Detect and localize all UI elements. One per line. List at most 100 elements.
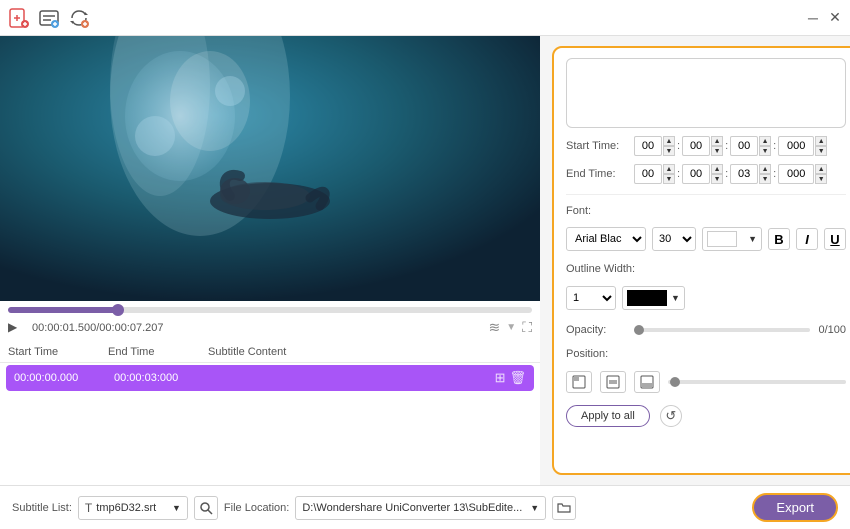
end-s-down[interactable]: ▼ (759, 174, 771, 184)
delete-row-button[interactable]: 🗑 (509, 370, 526, 386)
subtitle-icon[interactable] (38, 7, 60, 29)
opacity-thumb (634, 325, 644, 335)
export-button[interactable]: Export (752, 493, 838, 522)
open-folder-button[interactable] (552, 496, 576, 520)
font-color-picker[interactable]: ▼ (702, 227, 762, 251)
start-ms-up[interactable]: ▲ (815, 136, 827, 146)
video-player (0, 36, 540, 301)
right-controls: ≋ ▼ ⛶ (489, 319, 532, 336)
end-h-input[interactable] (634, 164, 662, 184)
start-m-down[interactable]: ▼ (711, 146, 723, 156)
divider-1 (566, 194, 846, 195)
start-m-spinner: ▲ ▼ (682, 136, 723, 156)
end-m-up[interactable]: ▲ (711, 164, 723, 174)
row-end-time: 00:00:03:000 (114, 372, 214, 384)
header-content: Subtitle Content (208, 346, 532, 358)
start-h-spinner: ▲ ▼ (634, 136, 675, 156)
italic-button[interactable]: I (796, 228, 818, 250)
folder-icon (557, 501, 571, 515)
end-ms-up[interactable]: ▲ (815, 164, 827, 174)
window-controls: ─ ✕ (806, 11, 842, 25)
end-h-up[interactable]: ▲ (663, 164, 675, 174)
start-m-up[interactable]: ▲ (711, 136, 723, 146)
apply-row: Apply to all ↺ (566, 405, 846, 427)
end-ms-arrows: ▲ ▼ (815, 164, 827, 184)
position-row (566, 371, 846, 393)
start-h-down[interactable]: ▼ (663, 146, 675, 156)
file-path-selector[interactable]: D:\Wondershare UniConverter 13\SubEdite.… (295, 496, 546, 520)
header-start-time: Start Time (8, 346, 108, 358)
subtitle-search-button[interactable] (194, 496, 218, 520)
pos-bottom-button[interactable] (634, 371, 660, 393)
opacity-row: Opacity: 0/100 (566, 324, 846, 336)
subtitle-editor-panel: Start Time: ▲ ▼ : ▲ ▼ (552, 46, 850, 475)
end-ms-down[interactable]: ▼ (815, 174, 827, 184)
start-s-input[interactable] (730, 136, 758, 156)
end-s-spinner: ▲ ▼ (730, 164, 771, 184)
add-file-icon[interactable] (8, 7, 30, 29)
position-thumb (670, 377, 680, 387)
start-s-down[interactable]: ▼ (759, 146, 771, 156)
close-button[interactable]: ✕ (828, 11, 842, 25)
toolbar-icons (8, 7, 90, 29)
pos-center-icon (606, 375, 620, 389)
end-m-down[interactable]: ▼ (711, 174, 723, 184)
font-size-select[interactable]: 30 12 16 24 36 48 (652, 227, 696, 251)
end-h-arrows: ▲ ▼ (663, 164, 675, 184)
end-m-input[interactable] (682, 164, 710, 184)
outline-section-label: Outline Width: (566, 263, 846, 275)
outline-color-picker[interactable]: ▼ (622, 286, 685, 310)
row-start-time: 00:00:00.000 (14, 372, 114, 384)
font-color-dropdown-arrow: ▼ (748, 234, 757, 244)
start-ms-spinner: ▲ ▼ (778, 136, 827, 156)
outline-width-select[interactable]: 1 0 2 3 (566, 286, 616, 310)
start-ms-down[interactable]: ▼ (815, 146, 827, 156)
video-background (0, 36, 540, 301)
apply-to-all-button[interactable]: Apply to all (566, 405, 650, 427)
file-path-arrow: ▼ (530, 503, 539, 513)
opacity-slider[interactable] (634, 328, 810, 332)
start-h-up[interactable]: ▲ (663, 136, 675, 146)
font-name-select[interactable]: Arial Blac Arial Times New Roman (566, 227, 646, 251)
pos-top-left-icon (572, 375, 586, 389)
reset-button[interactable]: ↺ (660, 405, 682, 427)
start-m-input[interactable] (682, 136, 710, 156)
end-time-label: End Time: (566, 168, 628, 180)
pos-bottom-icon (640, 375, 654, 389)
pos-center-button[interactable] (600, 371, 626, 393)
time-display: 00:00:01.500/00:00:07.207 (32, 322, 481, 334)
position-slider[interactable] (668, 380, 846, 384)
title-bar: ─ ✕ (0, 0, 850, 36)
end-s-input[interactable] (730, 164, 758, 184)
pos-top-left-button[interactable] (566, 371, 592, 393)
subtitle-file-selector[interactable]: T tmp6D32.srt ▼ (78, 496, 188, 520)
end-s-up[interactable]: ▲ (759, 164, 771, 174)
bold-button[interactable]: B (768, 228, 790, 250)
convert-icon[interactable] (68, 7, 90, 29)
start-time-label: Start Time: (566, 140, 628, 152)
expand-icon[interactable]: ⛶ (522, 319, 532, 336)
progress-bar[interactable] (8, 307, 532, 313)
font-color-swatch (707, 231, 737, 247)
font-row: Arial Blac Arial Times New Roman 30 12 1… (566, 227, 846, 251)
underline-button[interactable]: U (824, 228, 846, 250)
video-frame (0, 36, 540, 301)
end-h-spinner: ▲ ▼ (634, 164, 675, 184)
subtitle-text-input[interactable] (566, 58, 846, 128)
file-location-label: File Location: (224, 502, 289, 514)
edit-row-button[interactable]: ⊞ (495, 370, 506, 386)
end-ms-spinner: ▲ ▼ (778, 164, 827, 184)
start-s-up[interactable]: ▲ (759, 136, 771, 146)
end-h-down[interactable]: ▼ (663, 174, 675, 184)
start-h-input[interactable] (634, 136, 662, 156)
start-ms-arrows: ▲ ▼ (815, 136, 827, 156)
end-ms-input[interactable] (778, 164, 814, 184)
start-ms-input[interactable] (778, 136, 814, 156)
row-actions: ⊞ 🗑 (495, 370, 526, 386)
minimize-button[interactable]: ─ (806, 11, 820, 25)
waveform-icon[interactable]: ≋ (489, 319, 501, 336)
volume-icon: ▼ (506, 322, 516, 333)
subtitle-file-name: tmp6D32.srt (96, 502, 156, 514)
play-button[interactable]: ▶ (8, 320, 24, 336)
table-row[interactable]: 00:00:00.000 00:00:03:000 ⊞ 🗑 (6, 365, 534, 391)
